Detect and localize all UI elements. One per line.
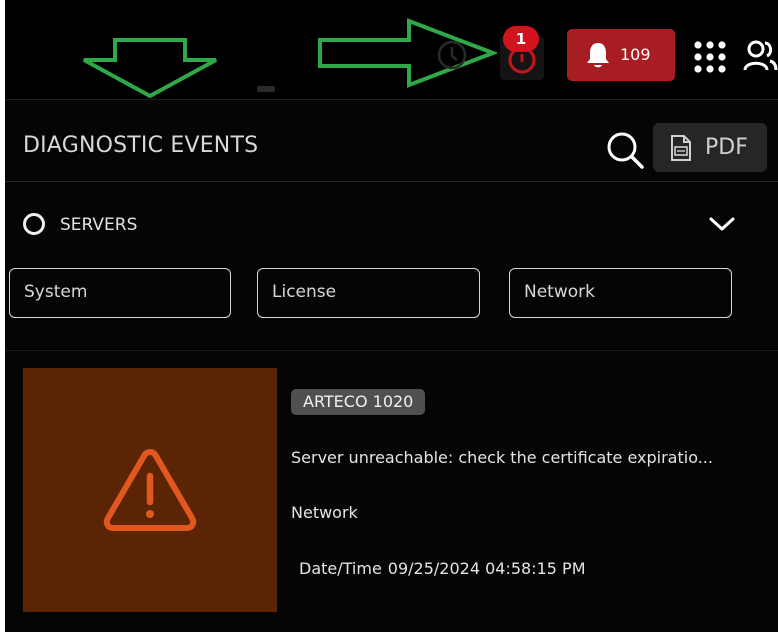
users-icon[interactable]	[743, 38, 778, 74]
event-thumbnail[interactable]	[23, 368, 277, 612]
notifications-count: 109	[620, 45, 651, 64]
header-divider	[5, 181, 778, 182]
app-screen: 1 109 DIAGNOSTIC EVENTS PDF SERVERS Syst…	[5, 0, 778, 632]
search-icon[interactable]	[605, 130, 645, 170]
top-bar: 1 109	[5, 0, 778, 100]
servers-label[interactable]: SERVERS	[60, 213, 137, 237]
bell-icon	[587, 43, 609, 68]
event-datetime: Date/Time 09/25/2024 04:58:15 PM	[299, 558, 586, 580]
filter-license[interactable]: License	[257, 268, 480, 318]
annotation-right-arrow	[318, 18, 497, 88]
page-title: DIAGNOSTIC EVENTS	[23, 133, 259, 158]
servers-radio[interactable]	[23, 213, 45, 235]
event-category: Network	[291, 503, 358, 522]
event-datetime-label: Date/Time	[299, 559, 382, 578]
annotation-down-arrow	[83, 38, 217, 99]
top-bar-divider	[5, 99, 778, 100]
chevron-down-icon[interactable]	[707, 214, 737, 234]
filter-system[interactable]: System	[9, 268, 231, 318]
tab-indicator	[257, 86, 275, 92]
warning-triangle-icon	[103, 449, 197, 531]
server-tag: ARTECO 1020	[291, 389, 426, 415]
event-message: Server unreachable: check the certificat…	[291, 448, 713, 467]
apps-grid-icon[interactable]	[693, 40, 727, 74]
notifications-button[interactable]: 109	[567, 29, 675, 81]
event-datetime-value: 09/25/2024 04:58:15 PM	[387, 559, 586, 578]
export-pdf-button[interactable]: PDF	[653, 123, 767, 172]
filters-divider	[5, 350, 778, 351]
pdf-file-icon	[671, 135, 691, 161]
sync-icon[interactable]	[435, 38, 469, 72]
filter-network[interactable]: Network	[509, 268, 732, 318]
pdf-button-label: PDF	[705, 135, 748, 160]
diagnostics-badge: 1	[503, 26, 539, 52]
